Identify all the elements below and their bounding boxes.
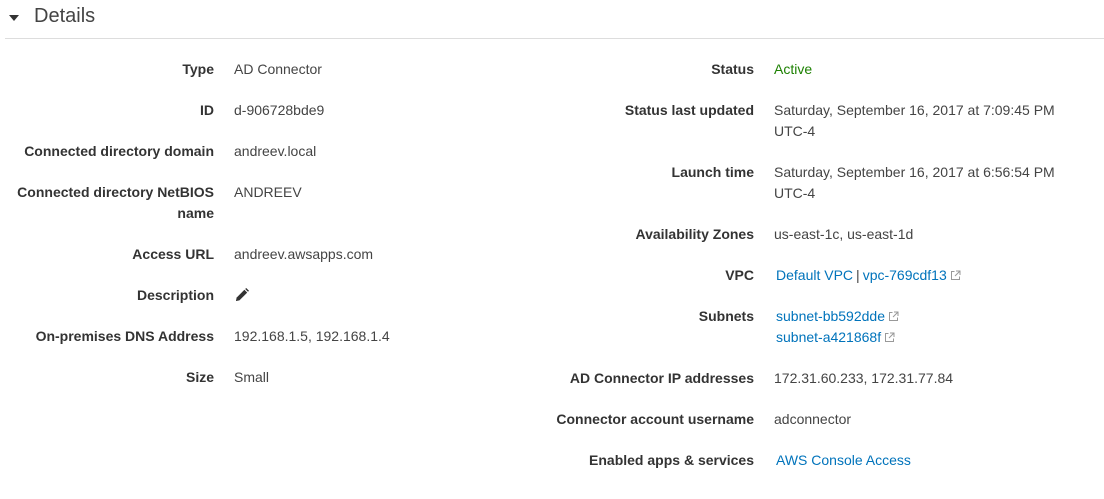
enabled-apps-label: Enabled apps & services [589, 452, 754, 468]
ad-connector-ip-label: AD Connector IP addresses [569, 370, 754, 386]
pencil-icon[interactable] [234, 287, 250, 303]
launch-time-label: Launch time [671, 164, 754, 180]
type-value: AD Connector [234, 61, 322, 77]
enabled-apps-value: AWS Console Access [776, 450, 911, 471]
launch-time-line1: Saturday, September 16, 2017 at 6:56:54 … [774, 164, 1055, 180]
aws-console-access-link[interactable]: AWS Console Access [776, 452, 911, 468]
netbios-label: Connected directory NetBIOS name [17, 182, 214, 224]
dns-address-label: On-premises DNS Address [35, 328, 214, 344]
vpc-label: VPC [725, 267, 754, 283]
status-label: Status [711, 61, 754, 77]
details-header[interactable]: Details [0, 0, 1104, 38]
subnet-link[interactable]: subnet-a421868f [776, 329, 881, 345]
access-url-label: Access URL [132, 246, 214, 262]
access-url-value: andreev.awsapps.com [234, 246, 374, 262]
external-link-icon[interactable] [884, 332, 895, 343]
external-link-icon[interactable] [950, 270, 961, 281]
availability-zones-value: us-east-1c, us-east-1d [774, 226, 914, 242]
launch-time-line2: UTC-4 [774, 185, 816, 201]
connected-domain-label: Connected directory domain [24, 143, 214, 159]
size-value: Small [234, 369, 270, 385]
subnets-value: subnet-bb592dde subnet-a421868f [776, 306, 899, 348]
type-label: Type [182, 61, 214, 77]
dns-address-value: 192.168.1.5, 192.168.1.4 [234, 328, 390, 344]
description-label: Description [136, 287, 214, 303]
status-value: Active [774, 61, 813, 77]
id-label: ID [200, 102, 214, 118]
vpc-value: Default VPC | vpc-769cdf13 [776, 265, 961, 286]
availability-zones-label: Availability Zones [635, 226, 754, 242]
header-divider [5, 38, 1104, 39]
id-value: d-906728bde9 [234, 102, 325, 118]
netbios-label-line2: name [177, 205, 214, 221]
subnet-link[interactable]: subnet-bb592dde [776, 308, 885, 324]
caret-down-icon[interactable] [9, 15, 19, 21]
ad-connector-ip-value: 172.31.60.233, 172.31.77.84 [774, 370, 954, 386]
default-vpc-link[interactable]: Default VPC [776, 267, 853, 283]
panel-title[interactable]: Details [34, 5, 95, 28]
connected-domain-value: andreev.local [234, 143, 317, 159]
vpc-id-link[interactable]: vpc-769cdf13 [863, 267, 947, 283]
vpc-separator: | [856, 267, 860, 283]
status-last-updated-label: Status last updated [624, 102, 754, 118]
netbios-value: ANDREEV [234, 184, 302, 200]
status-last-updated-value: Saturday, September 16, 2017 at 7:09:45 … [774, 100, 1055, 142]
external-link-icon[interactable] [888, 311, 899, 322]
launch-time-value: Saturday, September 16, 2017 at 6:56:54 … [774, 162, 1055, 204]
status-last-updated-line1: Saturday, September 16, 2017 at 7:09:45 … [774, 102, 1055, 118]
connector-account-value: adconnector [774, 411, 852, 427]
netbios-label-line1: Connected directory NetBIOS [17, 184, 214, 200]
status-last-updated-line2: UTC-4 [774, 123, 816, 139]
subnets-label: Subnets [698, 308, 754, 324]
connector-account-label: Connector account username [556, 411, 754, 427]
size-label: Size [185, 369, 214, 385]
